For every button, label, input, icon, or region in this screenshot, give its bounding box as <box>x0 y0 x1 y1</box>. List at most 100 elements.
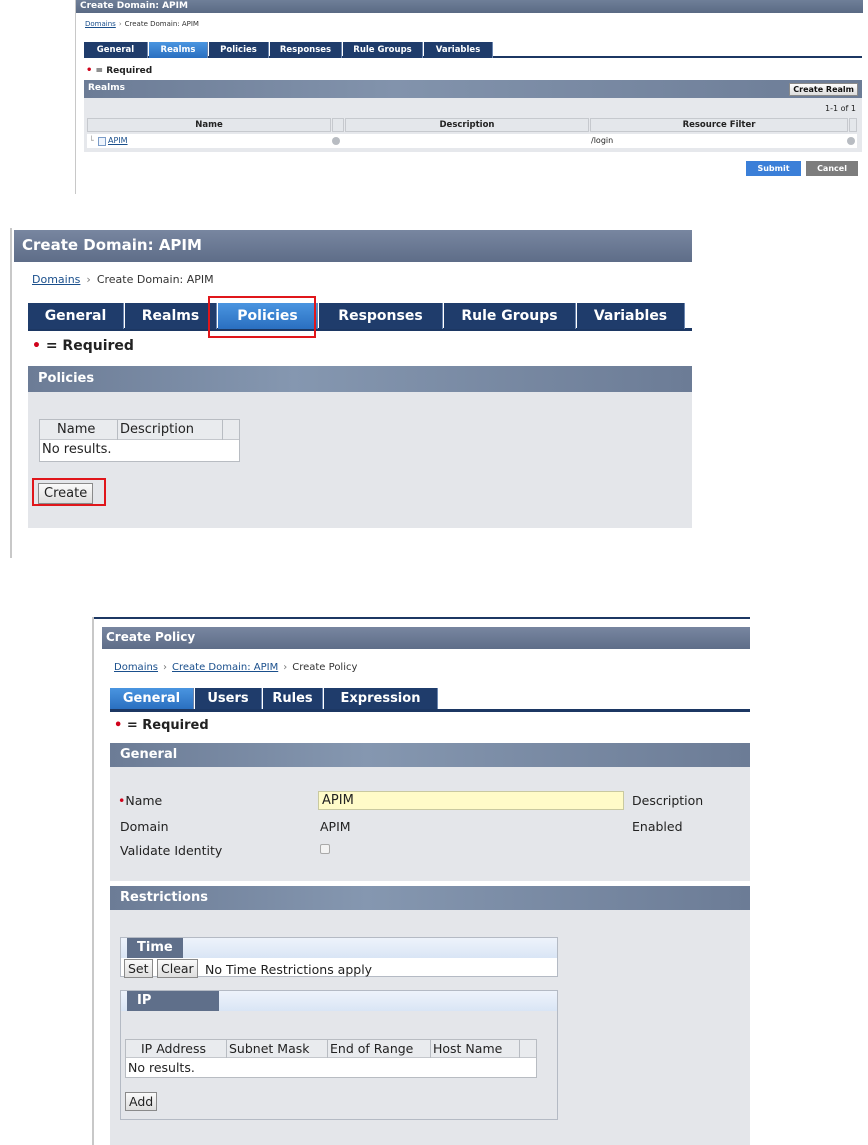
column-divider <box>430 1040 431 1058</box>
column-header-host-name[interactable]: Host Name <box>433 1040 502 1057</box>
required-label: = Required <box>126 718 209 733</box>
time-legend: Time <box>127 938 183 958</box>
required-dot-icon: • <box>32 338 41 354</box>
breadcrumb-domains-link[interactable]: Domains <box>85 20 116 28</box>
tab-rules[interactable]: Rules <box>263 688 323 709</box>
restrictions-section: Restrictions Time Set Clear No Time Rest… <box>110 886 750 1145</box>
policies-section-header: Policies <box>28 366 692 392</box>
time-fieldset-header <box>121 938 557 958</box>
tab-responses[interactable]: Responses <box>319 303 443 329</box>
column-divider <box>519 1040 520 1058</box>
breadcrumb-separator: › <box>283 662 288 673</box>
breadcrumb: Domains › Create Domain: APIM <box>85 20 199 28</box>
tab-general[interactable]: General <box>110 688 194 709</box>
breadcrumb-separator: › <box>118 20 122 28</box>
page-title: Create Domain: APIM <box>76 0 863 13</box>
create-button-highlight <box>32 478 106 506</box>
create-policy-screen: Create Policy Domains › Create Domain: API… <box>92 617 750 1145</box>
clear-time-button[interactable]: Clear <box>157 959 198 978</box>
tab-variables[interactable]: Variables <box>424 42 493 58</box>
page-title: Create Domain: APIM <box>14 230 692 262</box>
create-realm-button[interactable]: Create Realm <box>789 83 858 96</box>
breadcrumb-domain-link[interactable]: Create Domain: APIM <box>172 662 278 673</box>
policies-screen: Create Domain: APIM Domains › Create Domai… <box>10 228 692 558</box>
tab-bar: General Realms Policies Responses Rule G… <box>28 303 692 331</box>
column-resize-handle[interactable] <box>332 118 344 132</box>
table-header: IP Address Subnet Mask End of Range Host… <box>126 1040 536 1058</box>
tab-general[interactable]: General <box>84 42 148 58</box>
tab-rule-groups[interactable]: Rule Groups <box>343 42 423 58</box>
tab-variables[interactable]: Variables <box>577 303 685 329</box>
breadcrumb-domains-link[interactable]: Domains <box>114 662 158 673</box>
tab-responses[interactable]: Responses <box>270 42 342 58</box>
column-header-name[interactable]: Name <box>57 420 95 439</box>
validate-identity-checkbox[interactable] <box>320 844 330 854</box>
time-status: No Time Restrictions apply <box>205 962 373 977</box>
column-divider <box>226 1040 227 1058</box>
tab-users[interactable]: Users <box>195 688 262 709</box>
realms-screen: Create Domain: APIM Domains › Create Domai… <box>75 0 868 194</box>
policies-tab-highlight <box>208 296 316 338</box>
tab-bar: General Realms Policies Responses Rule G… <box>84 42 862 58</box>
realms-section: Realms Create Realm 1-1 of 1 Name Descri… <box>84 80 862 152</box>
required-label: = Required <box>95 66 153 76</box>
page-title: Create Policy <box>102 627 750 649</box>
expand-circle-icon[interactable] <box>332 137 340 145</box>
tab-bar: General Users Rules Expression <box>110 688 750 712</box>
tab-policies[interactable]: Policies <box>209 42 269 58</box>
required-legend: • = Required <box>32 338 134 354</box>
breadcrumb-current: Create Domain: APIM <box>96 273 214 286</box>
tab-realms[interactable]: Realms <box>125 303 217 329</box>
set-time-button[interactable]: Set <box>124 959 153 978</box>
breadcrumb-current: Create Policy <box>292 662 358 673</box>
tab-realms[interactable]: Realms <box>149 42 208 58</box>
tab-rule-groups[interactable]: Rule Groups <box>444 303 576 329</box>
column-header-description[interactable]: Description <box>120 420 194 439</box>
column-divider <box>117 420 118 440</box>
realm-resource-filter: /login <box>591 136 614 145</box>
column-resize-handle[interactable] <box>849 118 857 132</box>
required-dot-icon: • <box>114 718 123 733</box>
tab-expression[interactable]: Expression <box>324 688 438 709</box>
validate-identity-label: Validate Identity <box>120 843 223 858</box>
result-count: 1-1 of 1 <box>825 104 856 113</box>
submit-button[interactable]: Submit <box>746 161 801 176</box>
breadcrumb-separator: › <box>86 273 91 286</box>
column-header-description[interactable]: Description <box>345 118 589 132</box>
top-divider <box>94 617 750 619</box>
column-header-ip-address[interactable]: IP Address <box>141 1040 206 1057</box>
add-ip-button[interactable]: Add <box>125 1092 158 1111</box>
realms-section-header: Realms Create Realm <box>84 80 862 98</box>
name-field[interactable]: APIM <box>318 791 624 810</box>
cancel-button[interactable]: Cancel <box>806 161 858 176</box>
tree-branch-icon: └ <box>89 136 94 145</box>
tab-general[interactable]: General <box>28 303 124 329</box>
empty-results: No results. <box>128 1060 195 1075</box>
time-fieldset: Time Set Clear No Time Restrictions appl… <box>120 937 558 978</box>
breadcrumb-domains-link[interactable]: Domains <box>32 273 80 286</box>
column-header-resource-filter[interactable]: Resource Filter <box>590 118 848 132</box>
column-header-end-of-range[interactable]: End of Range <box>330 1040 413 1057</box>
column-divider <box>222 420 223 440</box>
realm-name-link[interactable]: APIM <box>108 134 128 148</box>
table-header: Name Description <box>40 420 239 440</box>
empty-results: No results. <box>42 442 112 457</box>
table-row: └ APIM /login <box>87 134 857 148</box>
column-header-subnet-mask[interactable]: Subnet Mask <box>229 1040 309 1057</box>
ip-address-table: IP Address Subnet Mask End of Range Host… <box>125 1039 537 1078</box>
breadcrumb: Domains › Create Domain: APIM › Create Polic… <box>114 662 357 673</box>
remove-circle-icon[interactable] <box>847 137 855 145</box>
breadcrumb-separator: › <box>163 662 168 673</box>
required-legend: • = Required <box>114 718 209 733</box>
general-section: General <box>110 743 750 881</box>
required-legend: • = Required <box>86 65 152 76</box>
domain-label: Domain <box>120 819 169 834</box>
column-header-name[interactable]: Name <box>87 118 331 132</box>
document-icon <box>98 137 106 146</box>
general-section-header: General <box>110 743 750 767</box>
name-label: •Name <box>118 793 163 808</box>
restrictions-section-header: Restrictions <box>110 886 750 910</box>
breadcrumb-current: Create Domain: APIM <box>124 20 199 28</box>
policies-section: Policies Name Description No results. Cr… <box>28 366 692 528</box>
ip-address-legend: IP Address <box>127 991 219 1028</box>
